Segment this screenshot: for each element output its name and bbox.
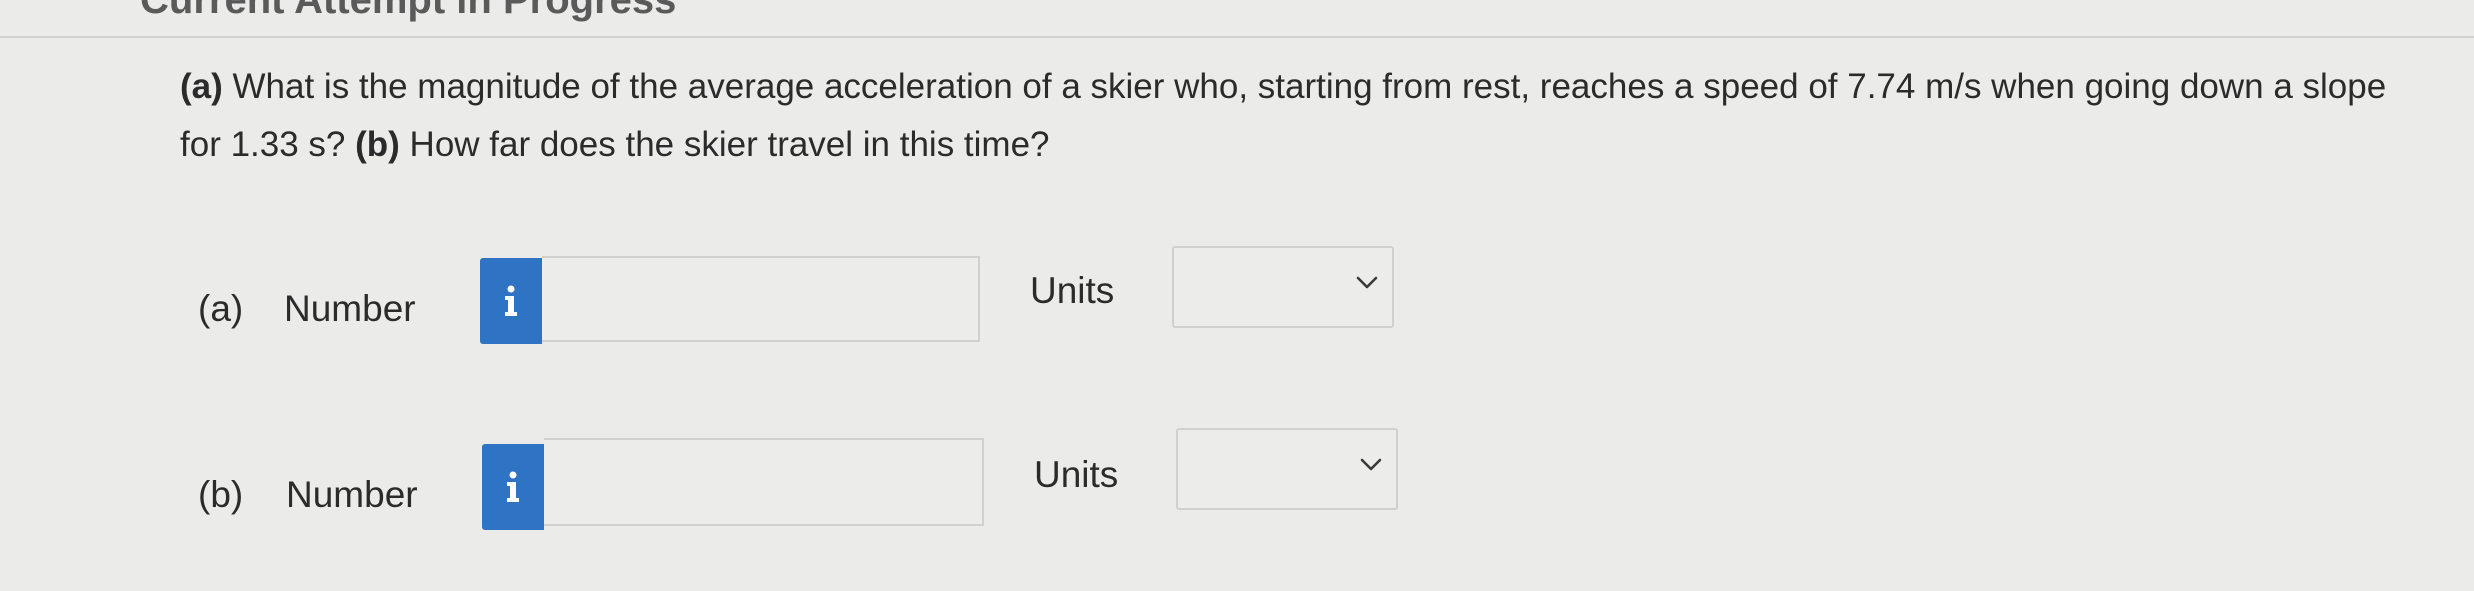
answer-a-units-select[interactable] (1172, 246, 1394, 328)
answer-a-part-label: (a) (198, 288, 244, 329)
answer-b-number-label: Number (286, 474, 418, 515)
answer-row-a: (a) Number Units (0, 246, 2474, 350)
answer-b-units-select[interactable] (1176, 428, 1398, 510)
info-icon (507, 471, 519, 502)
page-title: Current Attempt in Progress (140, 0, 677, 22)
chevron-down-icon (1360, 458, 1382, 471)
chevron-down-icon (1356, 276, 1378, 289)
answer-a-number-label: Number (284, 288, 416, 329)
answer-b-part-label: (b) (198, 474, 244, 515)
question-part-b-text: How far does the skier travel in this ti… (399, 125, 1050, 164)
question-part-a-tag: (a) (180, 67, 223, 106)
answer-b-units-label: Units (1034, 454, 1119, 495)
answer-a-info-button[interactable] (480, 258, 542, 344)
answer-a-number-input[interactable] (542, 256, 980, 342)
question-text: (a) What is the magnitude of the average… (180, 58, 2420, 174)
info-icon (505, 285, 517, 316)
answer-row-b: (b) Number Units (0, 428, 2474, 534)
answer-b-number-input[interactable] (544, 438, 984, 526)
answer-a-units-label: Units (1030, 270, 1115, 311)
answer-b-info-button[interactable] (482, 444, 544, 530)
header-divider (0, 36, 2474, 38)
question-part-b-tag: (b) (355, 125, 400, 164)
